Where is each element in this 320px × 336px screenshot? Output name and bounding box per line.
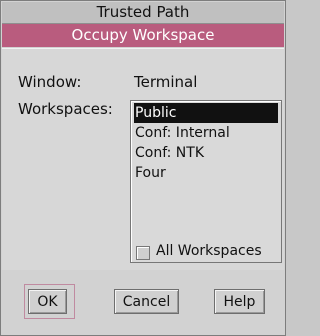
all-workspaces-checkbox[interactable]	[136, 246, 150, 260]
cancel-button[interactable]: Cancel	[114, 289, 179, 314]
button-row: OK Cancel Help	[2, 270, 284, 334]
list-item-conf-ntk[interactable]: Conf: NTK	[134, 143, 204, 163]
all-workspaces-label: All Workspaces	[156, 243, 262, 259]
list-item-conf-internal[interactable]: Conf: Internal	[134, 123, 230, 143]
workspaces-label: Workspaces:	[18, 100, 113, 118]
window-value: Terminal	[134, 73, 198, 91]
dialog-content: Window: Terminal Workspaces: Public Conf…	[2, 48, 284, 271]
occupy-workspace-dialog: Trusted Path Occupy Workspace Window: Te…	[0, 0, 286, 336]
list-item-public[interactable]: Public	[134, 103, 278, 123]
dialog-title: Occupy Workspace	[2, 24, 284, 47]
help-button[interactable]: Help	[214, 289, 265, 314]
window-label: Window:	[18, 73, 82, 91]
ok-button[interactable]: OK	[28, 289, 67, 314]
workspaces-list[interactable]: Public Conf: Internal Conf: NTK Four	[130, 100, 282, 263]
list-item-four[interactable]: Four	[134, 163, 166, 183]
trusted-path-bar: Trusted Path	[2, 2, 284, 24]
